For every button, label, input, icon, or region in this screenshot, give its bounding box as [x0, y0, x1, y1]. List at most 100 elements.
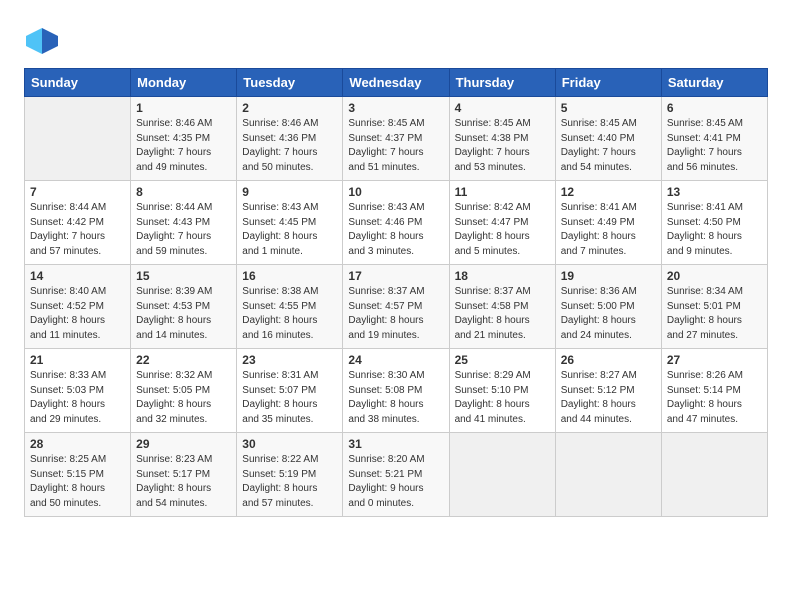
day-number: 29 [136, 437, 231, 451]
week-row-1: 1 Sunrise: 8:46 AM Sunset: 4:35 PM Daylig… [25, 97, 768, 181]
calendar-cell: 1 Sunrise: 8:46 AM Sunset: 4:35 PM Daylig… [131, 97, 237, 181]
cell-content: Sunrise: 8:37 AM Sunset: 4:58 PM Dayligh… [455, 285, 550, 343]
calendar-cell: 23Sunrise: 8:31 AM Sunset: 5:07 PM Dayli… [237, 349, 343, 433]
calendar-cell: 3Sunrise: 8:45 AM Sunset: 4:37 PM Daylig… [343, 97, 449, 181]
day-number: 14 [30, 269, 125, 283]
week-row-2: 7 Sunrise: 8:44 AM Sunset: 4:42 PM Daylig… [25, 181, 768, 265]
day-number: 22 [136, 353, 231, 367]
day-number: 17 [348, 269, 443, 283]
day-number: 2 [242, 101, 337, 115]
header [24, 20, 768, 60]
day-number: 26 [561, 353, 656, 367]
week-row-5: 28Sunrise: 8:25 AM Sunset: 5:15 PM Dayli… [25, 433, 768, 517]
cell-content: Sunrise: 8:44 AM Sunset: 4:43 PM Dayligh… [136, 201, 231, 259]
calendar-cell: 24Sunrise: 8:30 AM Sunset: 5:08 PM Dayli… [343, 349, 449, 433]
cell-content: Sunrise: 8:42 AM Sunset: 4:47 PM Dayligh… [455, 201, 550, 259]
day-number: 15 [136, 269, 231, 283]
calendar-cell [25, 97, 131, 181]
calendar-cell: 28Sunrise: 8:25 AM Sunset: 5:15 PM Dayli… [25, 433, 131, 517]
header-row: SundayMondayTuesdayWednesdayThursdayFrid… [25, 69, 768, 97]
calendar-cell: 26 Sunrise: 8:27 AM Sunset: 5:12 PM Dayli… [555, 349, 661, 433]
cell-content: Sunrise: 8:45 AM Sunset: 4:38 PM Dayligh… [455, 117, 550, 175]
cell-content: Sunrise: 8:41 AM Sunset: 4:50 PM Dayligh… [667, 201, 762, 259]
calendar-cell: 22 Sunrise: 8:32 AM Sunset: 5:05 PM Dayli… [131, 349, 237, 433]
week-row-3: 14 Sunrise: 8:40 AM Sunset: 4:52 PM Dayli… [25, 265, 768, 349]
cell-content: Sunrise: 8:46 AM Sunset: 4:35 PM Dayligh… [136, 117, 231, 175]
calendar-cell [661, 433, 767, 517]
cell-content: Sunrise: 8:37 AM Sunset: 4:57 PM Dayligh… [348, 285, 443, 343]
day-number: 8 [136, 185, 231, 199]
calendar-cell: 12 Sunrise: 8:41 AM Sunset: 4:49 PM Dayli… [555, 181, 661, 265]
day-number: 7 [30, 185, 125, 199]
cell-content: Sunrise: 8:20 AM Sunset: 5:21 PM Dayligh… [348, 453, 443, 511]
cell-content: Sunrise: 8:33 AM Sunset: 5:03 PM Dayligh… [30, 369, 125, 427]
cell-content: Sunrise: 8:26 AM Sunset: 5:14 PM Dayligh… [667, 369, 762, 427]
day-header-thursday: Thursday [449, 69, 555, 97]
calendar-cell: 7 Sunrise: 8:44 AM Sunset: 4:42 PM Daylig… [25, 181, 131, 265]
calendar-cell: 15 Sunrise: 8:39 AM Sunset: 4:53 PM Dayli… [131, 265, 237, 349]
calendar-cell: 16 Sunrise: 8:38 AM Sunset: 4:55 PM Dayli… [237, 265, 343, 349]
day-number: 13 [667, 185, 762, 199]
day-header-tuesday: Tuesday [237, 69, 343, 97]
day-header-wednesday: Wednesday [343, 69, 449, 97]
calendar-cell: 5Sunrise: 8:45 AM Sunset: 4:40 PM Daylig… [555, 97, 661, 181]
cell-content: Sunrise: 8:30 AM Sunset: 5:08 PM Dayligh… [348, 369, 443, 427]
day-number: 23 [242, 353, 337, 367]
cell-content: Sunrise: 8:29 AM Sunset: 5:10 PM Dayligh… [455, 369, 550, 427]
calendar-cell: 20 Sunrise: 8:34 AM Sunset: 5:01 PM Dayli… [661, 265, 767, 349]
day-header-friday: Friday [555, 69, 661, 97]
day-number: 21 [30, 353, 125, 367]
day-number: 3 [348, 101, 443, 115]
day-number: 18 [455, 269, 550, 283]
cell-content: Sunrise: 8:39 AM Sunset: 4:53 PM Dayligh… [136, 285, 231, 343]
day-number: 1 [136, 101, 231, 115]
cell-content: Sunrise: 8:44 AM Sunset: 4:42 PM Dayligh… [30, 201, 125, 259]
cell-content: Sunrise: 8:46 AM Sunset: 4:36 PM Dayligh… [242, 117, 337, 175]
cell-content: Sunrise: 8:32 AM Sunset: 5:05 PM Dayligh… [136, 369, 231, 427]
day-header-saturday: Saturday [661, 69, 767, 97]
cell-content: Sunrise: 8:40 AM Sunset: 4:52 PM Dayligh… [30, 285, 125, 343]
calendar-cell: 18 Sunrise: 8:37 AM Sunset: 4:58 PM Dayli… [449, 265, 555, 349]
day-number: 4 [455, 101, 550, 115]
calendar-cell [449, 433, 555, 517]
day-number: 28 [30, 437, 125, 451]
day-number: 31 [348, 437, 443, 451]
calendar-cell: 29 Sunrise: 8:23 AM Sunset: 5:17 PM Dayli… [131, 433, 237, 517]
cell-content: Sunrise: 8:43 AM Sunset: 4:46 PM Dayligh… [348, 201, 443, 259]
cell-content: Sunrise: 8:38 AM Sunset: 4:55 PM Dayligh… [242, 285, 337, 343]
calendar-cell: 2 Sunrise: 8:46 AM Sunset: 4:36 PM Daylig… [237, 97, 343, 181]
calendar-cell: 17 Sunrise: 8:37 AM Sunset: 4:57 PM Dayli… [343, 265, 449, 349]
calendar-cell: 27 Sunrise: 8:26 AM Sunset: 5:14 PM Dayli… [661, 349, 767, 433]
cell-content: Sunrise: 8:22 AM Sunset: 5:19 PM Dayligh… [242, 453, 337, 511]
logo [24, 24, 64, 60]
calendar-cell: 4 Sunrise: 8:45 AM Sunset: 4:38 PM Daylig… [449, 97, 555, 181]
calendar-cell: 30Sunrise: 8:22 AM Sunset: 5:19 PM Dayli… [237, 433, 343, 517]
calendar-cell: 8 Sunrise: 8:44 AM Sunset: 4:43 PM Daylig… [131, 181, 237, 265]
week-row-4: 21 Sunrise: 8:33 AM Sunset: 5:03 PM Dayli… [25, 349, 768, 433]
cell-content: Sunrise: 8:36 AM Sunset: 5:00 PM Dayligh… [561, 285, 656, 343]
day-header-monday: Monday [131, 69, 237, 97]
calendar-cell: 14 Sunrise: 8:40 AM Sunset: 4:52 PM Dayli… [25, 265, 131, 349]
day-number: 12 [561, 185, 656, 199]
cell-content: Sunrise: 8:27 AM Sunset: 5:12 PM Dayligh… [561, 369, 656, 427]
calendar-cell: 9Sunrise: 8:43 AM Sunset: 4:45 PM Daylig… [237, 181, 343, 265]
calendar-cell: 31 Sunrise: 8:20 AM Sunset: 5:21 PM Dayli… [343, 433, 449, 517]
day-number: 19 [561, 269, 656, 283]
calendar-cell: 19 Sunrise: 8:36 AM Sunset: 5:00 PM Dayli… [555, 265, 661, 349]
cell-content: Sunrise: 8:45 AM Sunset: 4:41 PM Dayligh… [667, 117, 762, 175]
cell-content: Sunrise: 8:23 AM Sunset: 5:17 PM Dayligh… [136, 453, 231, 511]
day-number: 10 [348, 185, 443, 199]
calendar-cell: 10 Sunrise: 8:43 AM Sunset: 4:46 PM Dayli… [343, 181, 449, 265]
day-number: 27 [667, 353, 762, 367]
cell-content: Sunrise: 8:34 AM Sunset: 5:01 PM Dayligh… [667, 285, 762, 343]
calendar-cell: 21 Sunrise: 8:33 AM Sunset: 5:03 PM Dayli… [25, 349, 131, 433]
calendar-body: 1 Sunrise: 8:46 AM Sunset: 4:35 PM Daylig… [25, 97, 768, 517]
day-number: 11 [455, 185, 550, 199]
logo-icon [24, 24, 60, 60]
cell-content: Sunrise: 8:41 AM Sunset: 4:49 PM Dayligh… [561, 201, 656, 259]
calendar-cell: 11 Sunrise: 8:42 AM Sunset: 4:47 PM Dayli… [449, 181, 555, 265]
calendar-cell: 13 Sunrise: 8:41 AM Sunset: 4:50 PM Dayli… [661, 181, 767, 265]
day-number: 16 [242, 269, 337, 283]
day-number: 20 [667, 269, 762, 283]
calendar-cell: 25Sunrise: 8:29 AM Sunset: 5:10 PM Dayli… [449, 349, 555, 433]
